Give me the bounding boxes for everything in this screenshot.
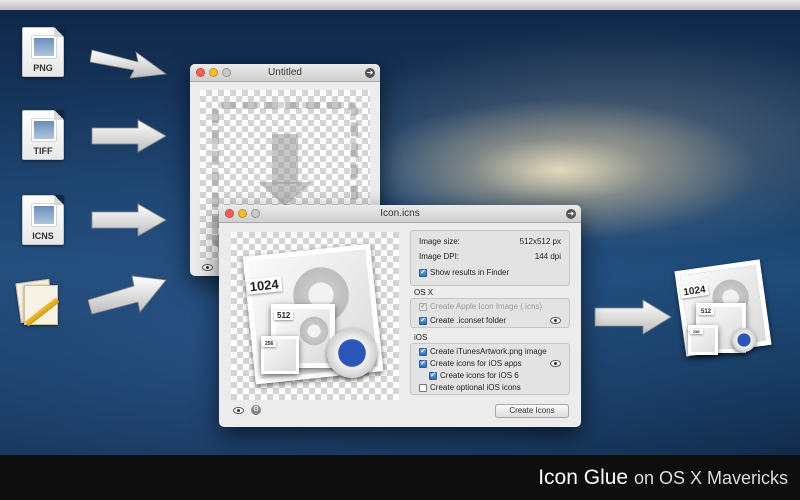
file-thumbnail — [32, 204, 56, 226]
osx-options-panel: ✓ Create Apple Icon Image (.icns) ✓ Crea… — [410, 298, 570, 328]
checkbox-box[interactable]: ✓ — [419, 359, 427, 368]
zoom-button[interactable] — [251, 209, 260, 218]
icon-preview[interactable]: 1024 512 256 — [231, 232, 399, 400]
checkbox-box: ✓ — [419, 302, 427, 311]
eye-icon[interactable] — [550, 317, 561, 324]
file-type-label: ICNS — [32, 231, 54, 241]
checkbox-label: Create .iconset folder — [430, 316, 507, 325]
eye-icon[interactable] — [202, 264, 213, 271]
settings-gear-icon[interactable]: ⚙ — [251, 405, 261, 415]
create-icons-button[interactable]: Create Icons — [495, 404, 569, 418]
image-dpi-value: 144 dpi — [534, 252, 561, 261]
image-size-value: 512x512 px — [519, 237, 561, 246]
pages-app-icon[interactable] — [14, 278, 66, 331]
minimize-button[interactable] — [209, 68, 218, 77]
osx-section-title: OS X — [414, 288, 434, 297]
close-button[interactable] — [196, 68, 205, 77]
checkbox-label: Create icons for iOS apps — [430, 359, 522, 368]
arrow-right-icon — [91, 203, 167, 237]
file-type-label: TIFF — [33, 146, 53, 156]
size-label-512: 512 — [698, 309, 715, 315]
caption-bar: Icon Glue on OS X Mavericks — [0, 455, 800, 500]
image-info-panel: Image size: 512x512 px Image DPI: 144 dp… — [410, 230, 570, 286]
arrow-right-icon — [91, 119, 167, 153]
share-arrow-icon[interactable]: ➜ — [365, 68, 375, 78]
size-label-256: 256 — [262, 341, 277, 347]
create-ios-apps-checkbox[interactable]: ✓ Create icons for iOS apps — [419, 359, 522, 368]
size-label-256: 256 — [690, 329, 703, 334]
tape-roll-icon — [327, 328, 377, 378]
drop-arrow-icon — [258, 134, 312, 206]
checkbox-label: Create Apple Icon Image (.icns) — [430, 302, 543, 311]
file-thumbnail — [32, 119, 56, 141]
minimize-button[interactable] — [238, 209, 247, 218]
checkbox-box[interactable] — [419, 383, 427, 392]
output-icon-256: 256 — [688, 325, 718, 355]
size-label-1024: 1024 — [679, 283, 710, 299]
checkbox-label: Create iTunesArtwork.png image — [430, 347, 547, 356]
arrow-right-icon — [90, 49, 168, 79]
size-label-512: 512 — [274, 311, 294, 320]
gear-icon — [296, 313, 332, 349]
create-ios6-checkbox[interactable]: ✓ Create icons for iOS 6 — [429, 371, 519, 380]
checkbox-box[interactable]: ✓ — [419, 347, 427, 356]
create-iconset-checkbox[interactable]: ✓ Create .iconset folder — [419, 316, 506, 325]
create-optional-ios-checkbox[interactable]: Create optional iOS icons — [419, 383, 521, 392]
checkbox-label: Create icons for iOS 6 — [440, 371, 519, 380]
icon-icns-window[interactable]: Icon.icns ➜ 1024 512 256 Image size: 512… — [219, 205, 581, 427]
eye-icon[interactable] — [550, 360, 561, 367]
file-type-label: PNG — [33, 63, 53, 73]
image-dpi-label: Image DPI: — [419, 252, 460, 261]
app-name: Icon Glue — [538, 466, 629, 489]
arrow-right-icon — [594, 299, 672, 335]
show-in-finder-checkbox[interactable]: ✓ Show results in Finder — [419, 268, 509, 277]
checkbox-box[interactable]: ✓ — [429, 371, 437, 380]
share-arrow-icon[interactable]: ➜ — [566, 209, 576, 219]
create-itunes-artwork-checkbox[interactable]: ✓ Create iTunesArtwork.png image — [419, 347, 547, 356]
checkbox-label: Create optional iOS icons — [430, 383, 521, 392]
caption-text: on OS X Mavericks — [633, 468, 788, 488]
ios-options-panel: ✓ Create iTunesArtwork.png image ✓ Creat… — [410, 343, 570, 395]
tape-roll-icon — [732, 328, 756, 352]
size-label-1024: 1024 — [246, 276, 283, 295]
icon-256-image: 256 — [261, 336, 299, 374]
create-apple-icon-checkbox: ✓ Create Apple Icon Image (.icns) — [419, 302, 542, 311]
window-title: Icon.icns — [380, 208, 420, 219]
png-file-icon[interactable]: PNG — [22, 27, 64, 77]
tiff-file-icon[interactable]: TIFF — [22, 110, 64, 160]
arrow-right-icon — [88, 275, 167, 315]
ios-section-title: iOS — [414, 333, 428, 342]
checkbox-label: Show results in Finder — [430, 268, 510, 277]
image-size-label: Image size: — [419, 237, 460, 246]
eye-icon[interactable] — [233, 407, 244, 414]
close-button[interactable] — [225, 209, 234, 218]
checkbox-box[interactable]: ✓ — [419, 268, 427, 277]
checkbox-box[interactable]: ✓ — [419, 316, 427, 325]
file-thumbnail — [32, 36, 56, 58]
zoom-button[interactable] — [222, 68, 231, 77]
icns-file-icon[interactable]: ICNS — [22, 195, 64, 245]
window-titlebar[interactable]: Icon.icns ➜ — [219, 205, 581, 223]
menu-bar-strip — [0, 0, 800, 10]
window-titlebar[interactable]: Untitled ➜ — [190, 64, 380, 82]
